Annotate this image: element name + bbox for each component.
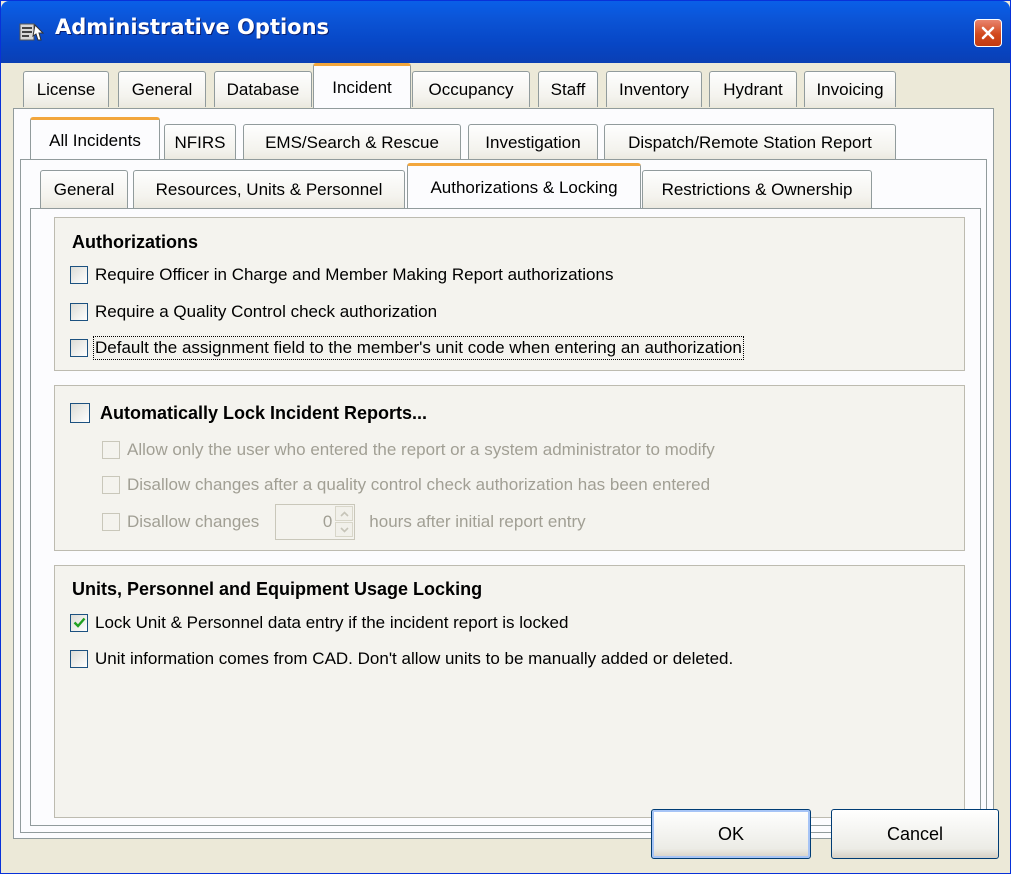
dialog-body: License General Database Incident Occupa… [6,63,1005,869]
tab-label: Hydrant [723,79,783,99]
tab-license[interactable]: License [23,71,109,107]
authorizations-group-title: Authorizations [72,232,198,252]
tab-restrictions-ownership[interactable]: Restrictions & Ownership [642,170,872,208]
default-assignment-unit-code-checkbox[interactable] [70,339,88,357]
unit-info-from-cad-checkbox[interactable] [70,650,88,668]
require-officer-authorization-option[interactable]: Require Officer in Charge and Member Mak… [70,264,613,286]
tab-label: Inventory [619,79,689,99]
auto-lock-incident-reports-option[interactable]: Automatically Lock Incident Reports... [70,401,427,425]
tab-investigation[interactable]: Investigation [468,124,598,160]
tab-incident[interactable]: Incident [313,63,411,109]
disallow-after-hours-checkbox[interactable] [102,513,120,531]
disallow-after-qc-checkbox[interactable] [102,476,120,494]
tab-ems-search-rescue[interactable]: EMS/Search & Rescue [243,124,461,160]
tab-staff[interactable]: Staff [538,71,598,107]
tab-hydrant[interactable]: Hydrant [709,71,797,107]
tab-resources-units-personnel[interactable]: Resources, Units & Personnel [133,170,405,208]
tab-label: All Incidents [49,131,141,150]
tab-general-settings[interactable]: General [40,170,128,208]
lock-unit-personnel-option[interactable]: Lock Unit & Personnel data entry if the … [70,612,568,634]
tab-label: Database [226,79,300,99]
auto-lock-group: Automatically Lock Incident Reports... A… [54,385,965,551]
option-label-before: Disallow changes [127,512,260,531]
tab-label: License [36,79,96,99]
allow-only-entering-user-option[interactable]: Allow only the user who entered the repo… [102,439,715,461]
option-label: Default the assignment field to the memb… [93,336,744,360]
tab-label: Staff [550,79,586,99]
admin-options-icon [19,21,45,43]
cancel-button-label: Cancel [886,823,944,844]
option-label: Unit information comes from CAD. Don't a… [95,649,734,668]
tab-nfirs[interactable]: NFIRS [164,124,236,160]
tab-label: NFIRS [174,132,226,152]
checkmark-icon [73,617,86,628]
require-qc-authorization-checkbox[interactable] [70,303,88,321]
tab-dispatch-remote-station-report[interactable]: Dispatch/Remote Station Report [604,124,896,160]
tab-inventory[interactable]: Inventory [606,71,702,107]
title-bar[interactable]: Administrative Options [1,1,1010,63]
spinner-down-arrow[interactable] [335,522,354,537]
units-locking-group: Units, Personnel and Equipment Usage Loc… [54,565,965,818]
tab-label: Restrictions & Ownership [661,179,853,199]
ok-button-label: OK [717,823,744,844]
disallow-after-qc-option[interactable]: Disallow changes after a quality control… [102,474,710,496]
spinner-arrows [335,506,354,538]
tab-label: General [131,79,193,99]
ok-button[interactable]: OK [651,809,811,859]
spinner-up-arrow[interactable] [335,506,354,521]
auto-lock-incident-reports-checkbox[interactable] [70,403,90,423]
tab-label: Occupancy [428,79,514,99]
tab-general[interactable]: General [118,71,206,107]
close-button[interactable] [974,19,1002,47]
units-locking-group-title: Units, Personnel and Equipment Usage Loc… [72,579,483,599]
unit-info-from-cad-option[interactable]: Unit information comes from CAD. Don't a… [70,648,733,670]
tab-label: EMS/Search & Rescue [265,132,439,152]
option-label: Disallow changes after a quality control… [127,475,711,494]
option-label: Require Officer in Charge and Member Mak… [95,265,614,284]
authorizations-group: Authorizations Require Officer in Charge… [54,217,965,371]
require-officer-authorization-checkbox[interactable] [70,266,88,284]
option-label: Lock Unit & Personnel data entry if the … [95,613,569,632]
lock-unit-personnel-checkbox[interactable] [70,614,88,632]
close-icon [981,26,995,40]
tab-label: Authorizations & Locking [430,177,618,197]
auto-lock-group-title: Automatically Lock Incident Reports... [100,402,428,423]
administrative-options-dialog: Administrative Options License General D… [0,0,1011,874]
tab-label: Resources, Units & Personnel [155,179,383,199]
option-label-after: hours after initial report entry [369,512,586,531]
tab-invoicing[interactable]: Invoicing [804,71,896,107]
cancel-button[interactable]: Cancel [831,809,999,859]
chevron-up-icon [340,510,349,517]
default-assignment-unit-code-option[interactable]: Default the assignment field to the memb… [70,336,744,360]
require-qc-authorization-option[interactable]: Require a Quality Control check authoriz… [70,301,437,323]
tab-label: General [53,179,115,199]
tab-label: Dispatch/Remote Station Report [628,132,872,152]
hours-value: 0 [322,512,333,531]
tab-all-incidents[interactable]: All Incidents [30,117,160,162]
tab-authorizations-locking[interactable]: Authorizations & Locking [407,163,641,209]
tab-label: Incident [332,77,392,97]
disallow-after-hours-option[interactable]: Disallow changes 0 hours after initial r… [102,503,586,541]
option-label: Allow only the user who entered the repo… [127,440,715,459]
tab-database[interactable]: Database [214,71,312,107]
hours-spinner[interactable]: 0 [275,504,356,540]
tab-occupancy[interactable]: Occupancy [412,71,530,107]
option-label: Require a Quality Control check authoriz… [95,302,438,321]
tab-label: Invoicing [816,79,884,99]
tab-label: Investigation [485,132,581,152]
window-title: Administrative Options [55,15,330,39]
chevron-down-icon [340,526,349,533]
allow-only-entering-user-checkbox[interactable] [102,441,120,459]
